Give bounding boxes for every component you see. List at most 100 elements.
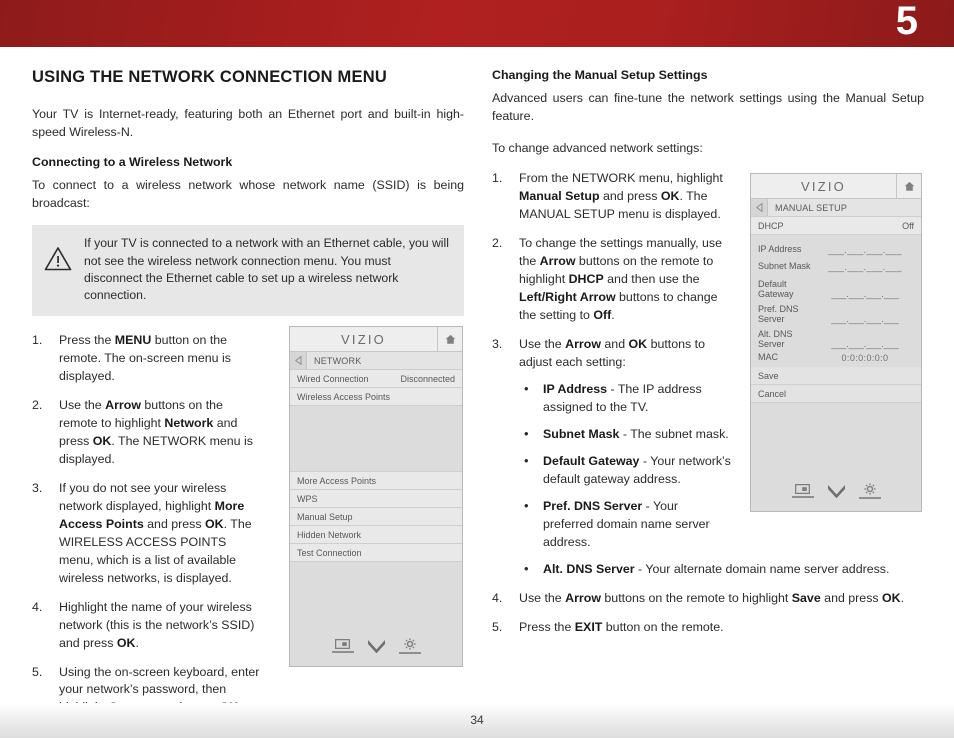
step-text: Use the Arrow buttons on the remote to h… xyxy=(59,397,253,466)
page-footer: 34 xyxy=(0,703,954,738)
osd-row-value: Disconnected xyxy=(400,373,455,384)
chevron-down-icon[interactable] xyxy=(367,639,386,654)
osd-item-wps[interactable]: WPS xyxy=(290,490,462,508)
osd-item-hidden-network[interactable]: Hidden Network xyxy=(290,526,462,544)
bullet-dot: • xyxy=(524,452,529,468)
osd-row-label: Wireless Access Points xyxy=(297,391,391,402)
osd-field-value: ___.___.___.___ xyxy=(828,261,902,272)
manual-setup-steps-after-list: 4. Use the Arrow buttons on the remote t… xyxy=(492,590,924,637)
osd-field-label: Pref. DNS Server xyxy=(758,304,799,324)
osd-field-label: MAC xyxy=(758,351,778,362)
breadcrumb: MANUAL SETUP xyxy=(775,202,848,213)
osd-field-subnet-mask[interactable]: Subnet Mask ___.___.___.___ xyxy=(751,258,921,275)
display-icon[interactable] xyxy=(791,484,814,498)
osd-row-label: WPS xyxy=(297,493,318,504)
bullet-dot: • xyxy=(524,497,529,513)
gear-icon[interactable] xyxy=(858,483,881,499)
manual-setup-bullets-wide: • Alt. DNS Server - Your alternate domai… xyxy=(519,561,927,579)
list-item: • Default Gateway - Your network’s defau… xyxy=(519,453,731,489)
osd-manual-footer xyxy=(751,471,921,511)
bullet-text: IP Address - The IP address assigned to … xyxy=(543,381,702,414)
breadcrumb: NETWORK xyxy=(314,355,362,366)
warning-callout-text: If your TV is connected to a network wit… xyxy=(84,236,449,303)
osd-field-default-gateway[interactable]: Default Gateway ___.___.___.___ xyxy=(751,275,921,300)
osd-item-manual-setup[interactable]: Manual Setup xyxy=(290,508,462,526)
osd-access-point-list-area xyxy=(290,406,462,472)
home-icon[interactable] xyxy=(897,174,921,198)
osd-row-label: Cancel xyxy=(758,388,787,399)
back-arrow-icon[interactable] xyxy=(751,199,768,216)
gear-icon-underline xyxy=(398,652,421,654)
osd-manual-setup-menu[interactable]: VIZIO MANUAL SETUP DHCP Off IP Address _… xyxy=(750,173,922,512)
step-number: 3. xyxy=(492,336,503,351)
list-item: 4. Use the Arrow buttons on the remote t… xyxy=(492,590,924,608)
osd-field-value: 0:0:0:0:0:0 xyxy=(841,352,889,363)
osd-row-dhcp[interactable]: DHCP Off xyxy=(751,217,921,235)
osd-field-value: ___.___.___.___ xyxy=(831,314,899,324)
vizio-logo: VIZIO xyxy=(751,174,897,198)
osd-row-label: Test Connection xyxy=(297,547,362,558)
list-item: 2. To change the settings manually, use … xyxy=(492,235,724,325)
step-text: From the NETWORK menu, highlight Manual … xyxy=(519,171,723,222)
osd-network-topbar: VIZIO xyxy=(290,327,462,352)
step-number: 5. xyxy=(492,619,503,634)
osd-field-pref-dns-server[interactable]: Pref. DNS Server ___.___.___.___ xyxy=(751,300,921,325)
osd-row-label: Hidden Network xyxy=(297,529,362,540)
osd-row-wireless-access-points[interactable]: Wireless Access Points xyxy=(290,388,462,406)
osd-item-more-access-points[interactable]: More Access Points xyxy=(290,472,462,490)
osd-field-label: IP Address xyxy=(758,243,802,254)
step-number: 2. xyxy=(32,397,43,412)
warning-callout: If your TV is connected to a network wit… xyxy=(32,225,464,316)
back-arrow-icon[interactable] xyxy=(290,352,307,369)
step-number: 2. xyxy=(492,236,503,251)
list-item: • Alt. DNS Server - Your alternate domai… xyxy=(519,561,927,579)
list-item: 3. Use the Arrow and OK buttons to adjus… xyxy=(492,336,889,579)
list-item: 4. Highlight the name of your wireless n… xyxy=(32,599,264,653)
osd-row-label: Save xyxy=(758,370,779,381)
osd-manual-breadcrumb[interactable]: MANUAL SETUP xyxy=(751,199,921,217)
list-item: 3. If you do not see your wireless netwo… xyxy=(32,480,264,588)
osd-field-value: ___.___.___.___ xyxy=(831,339,899,349)
list-item: • Subnet Mask - The subnet mask. xyxy=(519,426,731,444)
display-icon[interactable] xyxy=(331,639,354,653)
osd-network-menu[interactable]: VIZIO NETWORK Wired Connection Disconnec… xyxy=(289,326,463,667)
manual-setup-intro: Advanced users can fine-tune the network… xyxy=(492,91,924,124)
osd-row-label: Wired Connection xyxy=(297,373,369,384)
gear-icon[interactable] xyxy=(398,638,421,654)
chapter-header-band: 5 xyxy=(0,0,954,47)
osd-field-ip-address[interactable]: IP Address ___.___.___.___ xyxy=(751,241,921,258)
osd-network-breadcrumb[interactable]: NETWORK xyxy=(290,352,462,370)
osd-manual-topbar: VIZIO xyxy=(751,174,921,199)
osd-item-test-connection[interactable]: Test Connection xyxy=(290,544,462,562)
step-text: Use the Arrow buttons on the remote to h… xyxy=(519,590,905,605)
bullet-dot: • xyxy=(524,380,529,396)
list-item: 5. Press the EXIT button on the remote. xyxy=(492,619,924,637)
osd-network-footer xyxy=(290,626,462,666)
gear-icon-underline xyxy=(858,497,881,499)
bullet-text: Subnet Mask - The subnet mask. xyxy=(543,426,729,441)
step-text: Use the Arrow and OK buttons to adjust e… xyxy=(519,336,705,369)
osd-field-alt-dns-server[interactable]: Alt. DNS Server ___.___.___.___ xyxy=(751,325,921,350)
osd-field-label: Subnet Mask xyxy=(758,260,811,271)
step-text: If you do not see your wireless network … xyxy=(59,480,252,585)
bullet-dot: • xyxy=(524,425,529,441)
osd-button-save[interactable]: Save xyxy=(751,367,921,385)
home-icon[interactable] xyxy=(438,327,462,351)
list-item: • Pref. DNS Server - Your preferred doma… xyxy=(519,498,731,552)
bullet-text: Default Gateway - Your network’s default… xyxy=(543,453,731,486)
osd-button-cancel[interactable]: Cancel xyxy=(751,385,921,403)
list-item: 2. Use the Arrow buttons on the remote t… xyxy=(32,397,264,469)
manual-setup-lead-in: To change advanced network settings: xyxy=(492,140,703,155)
osd-row-label: DHCP xyxy=(758,220,784,231)
chapter-number: 5 xyxy=(895,0,918,43)
step-text: Highlight the name of your wireless netw… xyxy=(59,599,255,650)
display-icon-underline xyxy=(791,496,814,498)
list-item: 1. From the NETWORK menu, highlight Manu… xyxy=(492,170,724,224)
step-number: 1. xyxy=(32,332,43,347)
osd-row-wired-connection[interactable]: Wired Connection Disconnected xyxy=(290,370,462,388)
vizio-logo: VIZIO xyxy=(290,327,438,351)
list-item: 1. Press the MENU button on the remote. … xyxy=(32,332,264,386)
manual-page: 5 USING THE NETWORK CONNECTION MENU Your… xyxy=(0,0,954,738)
chevron-down-icon[interactable] xyxy=(827,484,846,499)
display-icon-underline xyxy=(331,651,354,653)
